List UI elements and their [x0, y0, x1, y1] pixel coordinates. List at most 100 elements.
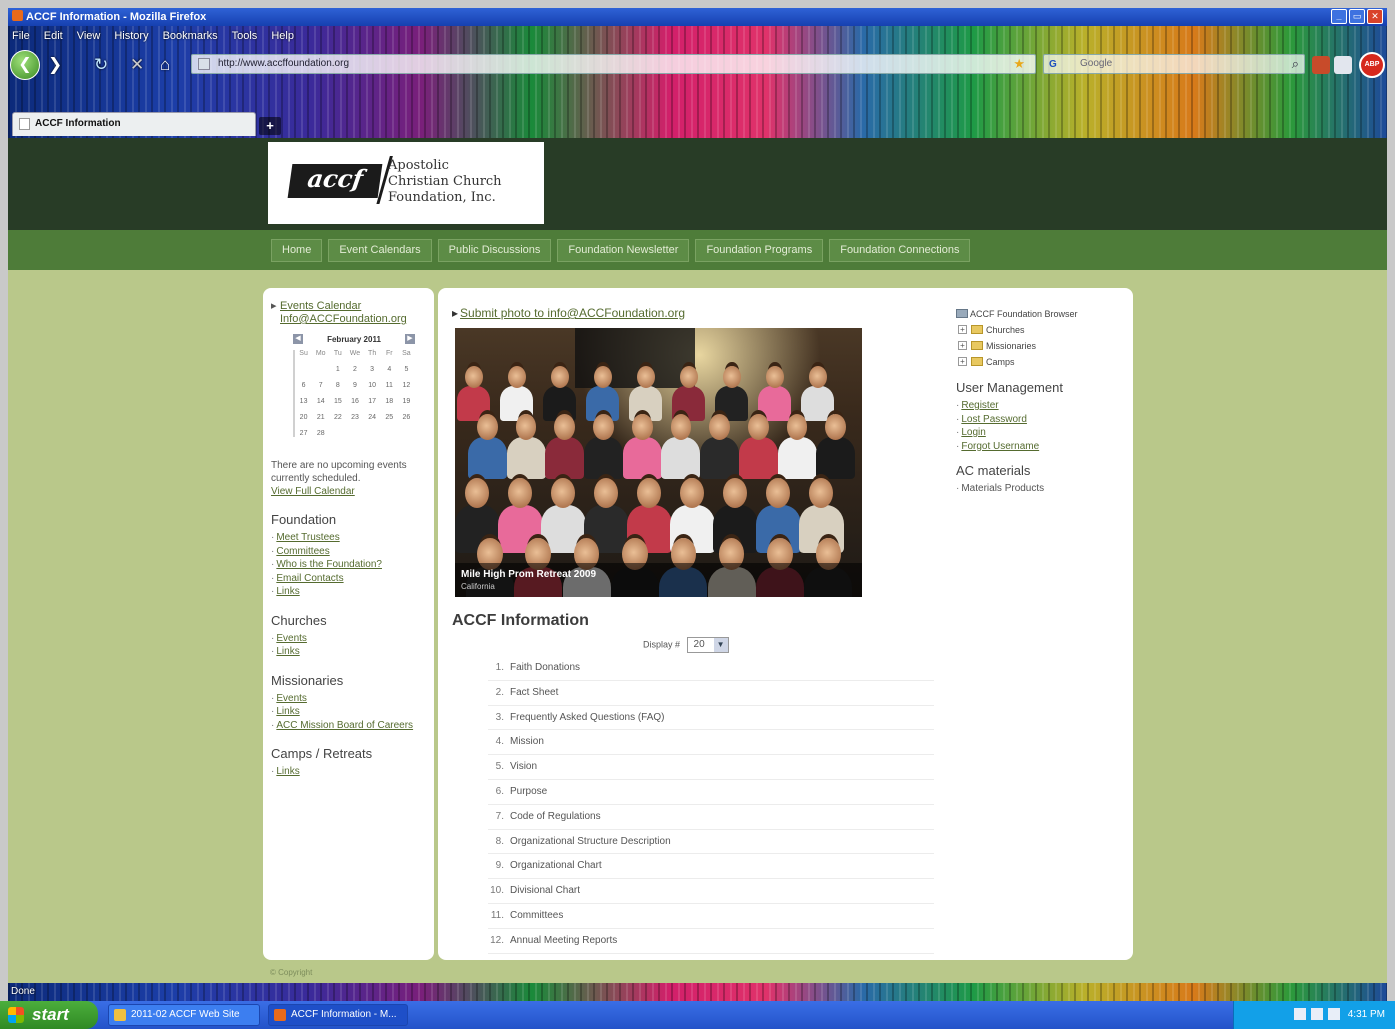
addon-icon[interactable] — [1312, 56, 1330, 74]
back-button[interactable]: ❮ — [10, 50, 40, 80]
calendar-day[interactable]: 8 — [329, 382, 346, 389]
calendar-day[interactable]: 13 — [295, 398, 312, 405]
tree-item[interactable]: + Camps — [956, 354, 1126, 370]
tray-icon[interactable] — [1327, 1008, 1340, 1021]
new-tab-button[interactable]: + — [259, 117, 281, 135]
sidebar-item[interactable]: Events — [271, 692, 426, 706]
featured-photo[interactable]: Mile High Prom Retreat 2009 California — [455, 328, 862, 597]
list-item[interactable]: 1. Faith Donations — [488, 656, 934, 681]
tray-icon[interactable] — [1310, 1008, 1323, 1021]
sidebar-item[interactable]: Committees — [271, 545, 426, 559]
tree-root[interactable]: ACCF Foundation Browser — [956, 306, 1126, 322]
taskbar-item-active[interactable]: ACCF Information - M... — [268, 1004, 408, 1026]
sidebar-item[interactable]: Email Contacts — [271, 572, 426, 586]
tab-accf-information[interactable]: ACCF Information — [12, 112, 256, 136]
nav-public-discussions[interactable]: Public Discussions — [437, 239, 552, 262]
menu-tools[interactable]: Tools — [232, 26, 258, 46]
calendar-day[interactable]: 9 — [346, 382, 363, 389]
menu-bookmarks[interactable]: Bookmarks — [163, 26, 218, 46]
address-bar[interactable]: http://www.accffoundation.org ★ — [191, 54, 1036, 74]
sidebar-item[interactable]: Links — [271, 765, 426, 779]
calendar-day[interactable]: 18 — [381, 398, 398, 405]
events-calendar-link[interactable]: Events Calendar Info@ACCFoundation.org — [271, 300, 426, 326]
calendar-day[interactable]: 28 — [312, 430, 329, 437]
display-select[interactable]: 20 ▼ — [686, 637, 729, 653]
calendar-day[interactable]: 11 — [381, 382, 398, 389]
list-item[interactable]: 8. Organizational Structure Description — [488, 830, 934, 855]
menu-help[interactable]: Help — [271, 26, 294, 46]
sidebar-item[interactable]: ACC Mission Board of Careers — [271, 719, 426, 733]
taskbar-item[interactable]: 2011-02 ACCF Web Site — [108, 1004, 260, 1026]
list-item[interactable]: 2. Fact Sheet — [488, 681, 934, 706]
calendar-day[interactable]: 26 — [398, 414, 415, 421]
nav-foundation-programs[interactable]: Foundation Programs — [695, 239, 824, 262]
calendar-day[interactable]: 24 — [364, 414, 381, 421]
list-item[interactable]: 5. Vision — [488, 755, 934, 780]
sidebar-item[interactable]: Links — [271, 585, 426, 599]
expand-icon[interactable]: + — [958, 325, 967, 334]
list-item[interactable]: 7. Code of Regulations — [488, 805, 934, 830]
menu-file[interactable]: File — [12, 26, 30, 46]
calendar-day[interactable]: 4 — [381, 366, 398, 373]
addon-icon[interactable] — [1334, 56, 1352, 74]
calendar-day[interactable]: 23 — [346, 414, 363, 421]
tree-item[interactable]: + Missionaries — [956, 338, 1126, 354]
calendar-next-button[interactable]: ▶ — [405, 334, 415, 344]
calendar-prev-button[interactable]: ◀ — [293, 334, 303, 344]
calendar-day[interactable]: 6 — [295, 382, 312, 389]
calendar-day[interactable]: 16 — [346, 398, 363, 405]
list-item[interactable]: 6. Purpose — [488, 780, 934, 805]
tree-item[interactable]: + Churches — [956, 322, 1126, 338]
calendar-day[interactable]: 12 — [398, 382, 415, 389]
close-button[interactable]: ✕ — [1367, 9, 1383, 24]
search-box[interactable]: G Google ⌕ — [1043, 54, 1305, 74]
calendar-day[interactable]: 10 — [364, 382, 381, 389]
stop-icon[interactable]: ✕ — [130, 56, 144, 74]
bookmark-star-icon[interactable]: ★ — [1013, 55, 1025, 73]
nav-foundation-newsletter[interactable]: Foundation Newsletter — [557, 239, 690, 262]
search-icon[interactable]: ⌕ — [1292, 55, 1299, 73]
calendar-day[interactable]: 22 — [329, 414, 346, 421]
menu-history[interactable]: History — [114, 26, 148, 46]
calendar-day[interactable]: 27 — [295, 430, 312, 437]
calendar-day[interactable]: 21 — [312, 414, 329, 421]
menu-edit[interactable]: Edit — [44, 26, 63, 46]
nav-event-calendars[interactable]: Event Calendars — [328, 239, 432, 262]
login-link[interactable]: Login — [956, 426, 1126, 440]
start-button[interactable]: start — [0, 1001, 98, 1029]
menu-view[interactable]: View — [77, 26, 101, 46]
list-item[interactable]: 4. Mission — [488, 730, 934, 756]
register-link[interactable]: Register — [956, 399, 1126, 413]
expand-icon[interactable]: + — [958, 341, 967, 350]
sidebar-item[interactable]: Links — [271, 705, 426, 719]
lost-password-link[interactable]: Lost Password — [956, 413, 1126, 427]
site-logo[interactable]: accf Apostolic Christian Church Foundati… — [268, 142, 544, 224]
list-item[interactable]: 11. Committees — [488, 904, 934, 929]
sidebar-item[interactable]: Meet Trustees — [271, 531, 426, 545]
calendar-day[interactable]: 15 — [329, 398, 346, 405]
submit-photo-line[interactable]: ▸ Submit photo to info@ACCFoundation.org — [452, 306, 685, 320]
list-item[interactable]: 10. Divisional Chart — [488, 879, 934, 904]
home-icon[interactable]: ⌂ — [160, 56, 170, 74]
calendar-day[interactable]: 20 — [295, 414, 312, 421]
reload-icon[interactable]: ↻ — [94, 56, 108, 74]
tray-icon[interactable] — [1293, 1008, 1306, 1021]
nav-foundation-connections[interactable]: Foundation Connections — [829, 239, 971, 262]
calendar-day[interactable]: 14 — [312, 398, 329, 405]
calendar-day[interactable]: 1 — [329, 366, 346, 373]
calendar-day[interactable]: 3 — [364, 366, 381, 373]
minimize-button[interactable]: _ — [1331, 9, 1347, 24]
view-full-calendar-link[interactable]: View Full Calendar — [271, 485, 426, 498]
sidebar-item[interactable]: Links — [271, 645, 426, 659]
sidebar-item[interactable]: Events — [271, 632, 426, 646]
calendar-day[interactable]: 2 — [346, 366, 363, 373]
calendar-day[interactable]: 19 — [398, 398, 415, 405]
expand-icon[interactable]: + — [958, 357, 967, 366]
forgot-username-link[interactable]: Forgot Username — [956, 440, 1126, 454]
maximize-button[interactable]: ▭ — [1349, 9, 1365, 24]
sidebar-item[interactable]: Who is the Foundation? — [271, 558, 426, 572]
calendar-day[interactable]: 25 — [381, 414, 398, 421]
calendar-day[interactable]: 5 — [398, 366, 415, 373]
calendar-day[interactable]: 17 — [364, 398, 381, 405]
list-item[interactable]: 9. Organizational Chart — [488, 854, 934, 880]
